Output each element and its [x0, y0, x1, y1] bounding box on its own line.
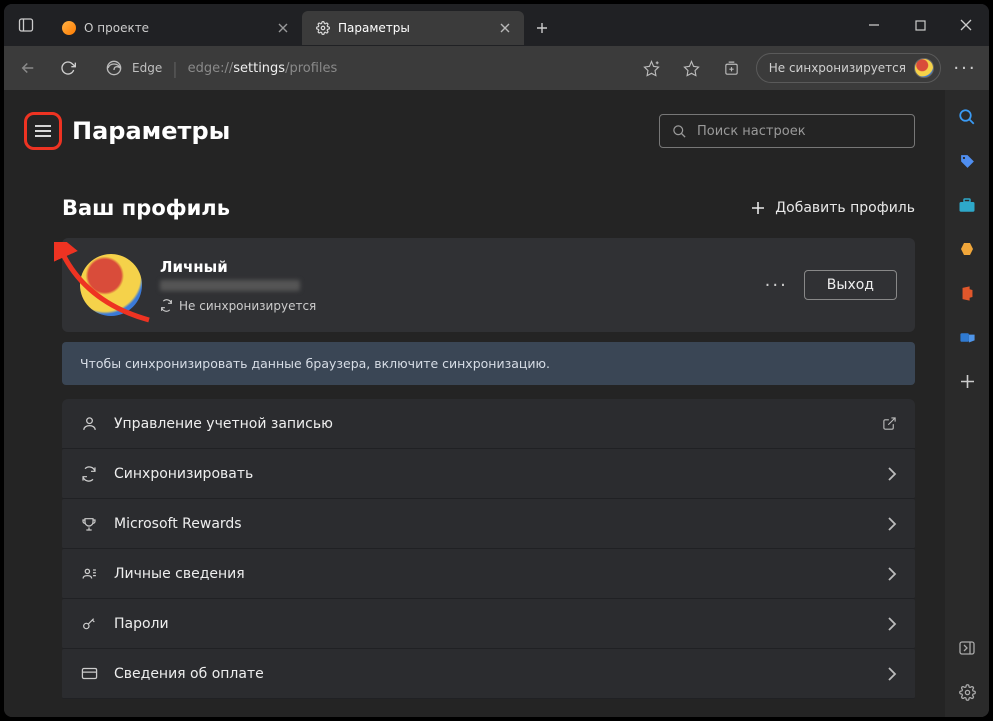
browser-brand-label: Edge	[132, 61, 162, 75]
titlebar: О проекте Параметры	[4, 4, 989, 46]
close-window-button[interactable]	[943, 4, 989, 46]
add-sidebar-icon[interactable]	[956, 370, 978, 392]
gear-icon	[316, 21, 330, 35]
new-tab-button[interactable]	[524, 22, 560, 34]
profile-avatar-icon	[914, 58, 934, 78]
close-tab-icon[interactable]	[278, 23, 288, 33]
hamburger-icon	[34, 124, 52, 138]
person-icon	[80, 415, 98, 432]
search-sidebar-icon[interactable]	[956, 106, 978, 128]
favorite-star-icon[interactable]	[636, 52, 668, 84]
edge-icon	[106, 60, 122, 76]
profile-avatar	[80, 254, 142, 316]
settings-search-input[interactable]: Поиск настроек	[659, 114, 915, 148]
address-bar[interactable]: Edge | edge://settings/profiles	[92, 52, 351, 84]
collapse-sidebar-icon[interactable]	[956, 637, 978, 659]
tab-settings[interactable]: Параметры	[302, 11, 524, 45]
profile-card-actions: ··· Выход	[765, 270, 897, 300]
row-passwords[interactable]: Пароли	[62, 599, 915, 649]
back-button[interactable]	[12, 52, 44, 84]
search-placeholder: Поиск настроек	[697, 124, 806, 139]
page-title: Параметры	[72, 117, 230, 145]
row-label: Microsoft Rewards	[114, 516, 242, 532]
office-icon[interactable]	[956, 282, 978, 304]
chevron-right-icon	[887, 667, 897, 681]
right-sidebar	[945, 90, 989, 717]
profile-section: Ваш профиль Добавить профиль Личный Не с…	[4, 160, 945, 699]
tab-label: Параметры	[338, 21, 410, 35]
add-profile-label: Добавить профиль	[775, 200, 915, 216]
games-icon[interactable]	[956, 238, 978, 260]
profile-more-button[interactable]: ···	[765, 275, 788, 296]
add-profile-button[interactable]: Добавить профиль	[751, 200, 915, 216]
row-label: Сведения об оплате	[114, 666, 264, 682]
window-controls	[851, 4, 989, 46]
shopping-tag-icon[interactable]	[956, 150, 978, 172]
minimize-button[interactable]	[851, 4, 897, 46]
section-header: Ваш профиль Добавить профиль	[62, 196, 915, 220]
refresh-button[interactable]	[52, 52, 84, 84]
tab-label: О проекте	[84, 21, 149, 35]
chevron-right-icon	[887, 567, 897, 581]
row-payment[interactable]: Сведения об оплате	[62, 649, 915, 699]
outlook-icon[interactable]	[956, 326, 978, 348]
sync-status-pill[interactable]: Не синхронизируется	[756, 53, 941, 83]
plus-icon	[751, 201, 765, 215]
sync-status-label: Не синхронизируется	[769, 61, 906, 75]
maximize-button[interactable]	[897, 4, 943, 46]
profile-sync-status: Не синхронизируется	[160, 299, 316, 313]
toolbox-icon[interactable]	[956, 194, 978, 216]
external-link-icon	[882, 416, 897, 431]
settings-page: Параметры Поиск настроек Ваш профиль Доб…	[4, 90, 945, 717]
profile-card: Личный Не синхронизируется ··· Выход	[62, 238, 915, 332]
close-tab-icon[interactable]	[500, 23, 510, 33]
sync-icon	[160, 299, 173, 312]
chevron-right-icon	[887, 617, 897, 631]
key-icon	[80, 616, 98, 632]
section-title: Ваш профиль	[62, 196, 230, 220]
row-manage-account[interactable]: Управление учетной записью	[62, 399, 915, 449]
row-personal-info[interactable]: Личные сведения	[62, 549, 915, 599]
more-menu-button[interactable]: ···	[949, 52, 981, 84]
search-icon	[672, 124, 687, 139]
row-label: Пароли	[114, 616, 169, 632]
collections-icon[interactable]	[716, 52, 748, 84]
sync-banner: Чтобы синхронизировать данные браузера, …	[62, 342, 915, 385]
favorites-icon[interactable]	[676, 52, 708, 84]
credit-card-icon	[80, 665, 98, 682]
settings-header: Параметры Поиск настроек	[4, 90, 945, 160]
row-sync[interactable]: Синхронизировать	[62, 449, 915, 499]
tab-actions-icon[interactable]	[4, 17, 48, 33]
trophy-icon	[80, 516, 98, 532]
row-label: Управление учетной записью	[114, 416, 333, 432]
profile-name: Личный	[160, 258, 316, 276]
sync-icon	[80, 466, 98, 482]
chevron-right-icon	[887, 467, 897, 481]
logout-button[interactable]: Выход	[804, 270, 897, 300]
content-area: Параметры Поиск настроек Ваш профиль Доб…	[4, 90, 989, 717]
url-text: edge://settings/profiles	[188, 61, 338, 76]
row-label: Синхронизировать	[114, 466, 253, 482]
profile-info: Личный Не синхронизируется	[160, 258, 316, 313]
profile-email-blurred	[160, 280, 300, 291]
contact-card-icon	[80, 565, 98, 582]
row-rewards[interactable]: Microsoft Rewards	[62, 499, 915, 549]
settings-list: Управление учетной записью Синхронизиров…	[62, 399, 915, 699]
toolbar: Edge | edge://settings/profiles Не синхр…	[4, 46, 989, 90]
settings-gear-icon[interactable]	[956, 681, 978, 703]
chevron-right-icon	[887, 517, 897, 531]
tab-about[interactable]: О проекте	[48, 11, 302, 45]
browser-window: О проекте Параметры	[4, 4, 989, 717]
row-label: Личные сведения	[114, 566, 245, 582]
favicon-icon	[62, 21, 76, 35]
settings-menu-button[interactable]	[24, 112, 62, 150]
